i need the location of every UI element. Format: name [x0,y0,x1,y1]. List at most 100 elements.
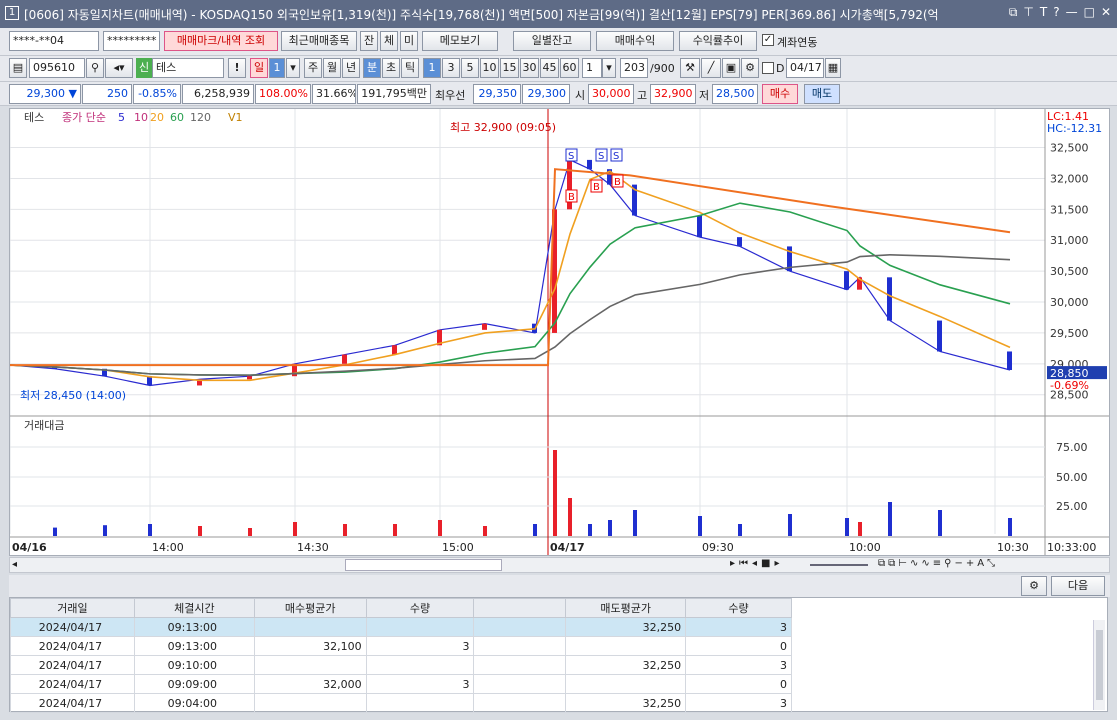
daily-balance-button[interactable]: 일별잔고 [513,31,591,51]
volume-bar [845,518,849,536]
current-pct-label: -0.69% [1050,379,1089,392]
trade-history-grid: 거래일 체결시간 매수평균가 수량 매도평균가 수량 2024/04/17 09:… [9,597,1108,713]
table-cell [565,636,687,656]
x-tick-label: 14:00 [152,541,184,554]
chevron-down-icon[interactable]: ▾ [286,58,300,78]
calendar-icon[interactable]: ▦ [825,58,841,78]
volume-bar [1008,518,1012,536]
sell-button[interactable]: 매도 [804,84,840,104]
drawing-tools-icon[interactable]: ⧉⧉⊢∿∿≡⚲−+A⤡ [878,558,998,569]
ma120-line [9,254,1011,376]
d-checkbox[interactable] [762,62,774,74]
search-icon[interactable]: ⚲ [86,58,104,78]
period-month[interactable]: 월 [323,58,341,78]
buy-button[interactable]: 매수 [762,84,798,104]
table-row[interactable]: 2024/04/17 09:10:00 32,250 3 [10,655,792,675]
table-row[interactable]: 2024/04/17 09:13:00 32,100 3 0 [10,636,792,656]
grid-toolbar: ⚙ 다음 [9,575,1110,597]
return-trend-button[interactable]: 수익률추이 [679,31,757,51]
next-button[interactable]: 다음 [1051,576,1105,596]
period-day[interactable]: 일 [250,58,268,78]
period-minute[interactable]: 분 [363,58,381,78]
date-input[interactable]: 04/17 [786,58,824,78]
table-cell: 32,250 [565,617,687,637]
bar-count-input[interactable]: 203 [620,58,648,78]
period-tick[interactable]: 틱 [401,58,419,78]
account-link-checkbox[interactable]: ✓ [762,34,774,46]
help-icon[interactable]: ? [1053,5,1059,20]
save-icon[interactable]: ▣ [722,58,740,78]
multiplier-dropdown-icon[interactable]: ▾ [602,58,616,78]
period-year[interactable]: 년 [342,58,360,78]
grid-scrollbar[interactable] [1093,620,1105,710]
chart-scrollbar[interactable]: ◂ ▸⏮◂■▸ ⧉⧉⊢∿∿≡⚲−+A⤡ [9,557,1110,573]
volume-bar [858,522,862,536]
table-cell: 3 [365,674,475,694]
scroll-thumb[interactable] [345,559,502,571]
interval-15[interactable]: 15 [500,58,519,78]
interval-30[interactable]: 30 [520,58,539,78]
interval-10[interactable]: 10 [480,58,499,78]
low-price: 28,500 [712,84,758,104]
draw-tool-icon[interactable]: ╱ [701,58,721,78]
x-tick-label: 04/17 [550,541,585,554]
y-tick-label: 30,500 [1050,265,1089,278]
account-select[interactable]: ****-**04 [9,31,99,51]
indicator-icon[interactable]: ⚒ [680,58,700,78]
close-icon[interactable]: ✕ [1101,5,1111,20]
table-cell [365,617,475,637]
tab-balance[interactable]: 잔 [360,31,378,51]
candle [482,323,487,330]
playback-controls[interactable]: ▸⏮◂■▸ [730,558,784,569]
font-icon[interactable]: T [1040,5,1047,20]
sound-icon[interactable]: ◂▾ [105,58,133,78]
gear-icon[interactable]: ⚙ [741,58,759,78]
window-title: [0606] 자동일지차트(매매내역) - KOSDAQ150 외국인보유[1,… [24,8,939,22]
grid-scroll-thumb[interactable] [1096,630,1103,700]
table-row[interactable]: 2024/04/17 09:04:00 32,250 3 [10,693,792,713]
period-day-count[interactable]: 1 [269,58,285,78]
trade-profit-button[interactable]: 매매수익 [596,31,674,51]
memo-button[interactable]: 메모보기 [422,31,498,51]
period-week[interactable]: 주 [304,58,322,78]
volume-bar [248,528,252,536]
volume-panel-title: 거래대금 [24,419,64,432]
volume-bar [888,502,892,536]
warning-icon[interactable]: ! [228,58,246,78]
recent-trades-button[interactable]: 최근매매종목 [281,31,357,51]
interval-5[interactable]: 5 [461,58,479,78]
zoom-slider[interactable] [810,564,868,566]
minimize-icon[interactable]: — [1066,5,1078,20]
interval-45[interactable]: 45 [540,58,559,78]
grid-gear-icon[interactable]: ⚙ [1021,576,1047,596]
table-cell: 2024/04/17 [10,655,135,675]
table-row[interactable]: 2024/04/17 09:09:00 32,000 3 0 [10,674,792,694]
tab-executed[interactable]: 체 [380,31,398,51]
pin-icon[interactable]: ⊤ [1023,5,1033,20]
scroll-left-icon[interactable]: ◂ [12,559,17,570]
maximize-icon[interactable]: □ [1084,5,1095,20]
volume-bar [608,520,612,536]
restore-icon[interactable]: ⧉ [1009,5,1018,20]
interval-1[interactable]: 1 [423,58,441,78]
period-second[interactable]: 초 [382,58,400,78]
password-field[interactable]: ********* [103,31,160,51]
interval-3[interactable]: 3 [442,58,460,78]
y-tick-label: 32,000 [1050,172,1089,185]
table-cell: 2024/04/17 [10,617,135,637]
y-tick-label: 31,000 [1050,234,1089,247]
price-chart[interactable]: 32,500 32,000 31,500 31,000 30,500 30,000 29,5… [9,109,1109,555]
query-marks-button[interactable]: 매매마크/내역 조회 [164,31,278,51]
tab-unexecuted[interactable]: 미 [400,31,418,51]
table-cell [473,655,567,675]
stock-code-input[interactable]: 095610 [29,58,85,78]
stock-search-icon[interactable]: ▤ [9,58,27,78]
volume-bar [938,510,942,536]
volume-bar [788,514,792,536]
candle [587,159,592,170]
multiplier-input[interactable]: 1 [582,58,602,78]
table-cell: 3 [685,693,792,713]
interval-60[interactable]: 60 [560,58,579,78]
chart-panel[interactable]: 32,500 32,000 31,500 31,000 30,500 30,000 29,5… [9,108,1110,556]
table-row[interactable]: 2024/04/17 09:13:00 32,250 3 [10,617,792,637]
